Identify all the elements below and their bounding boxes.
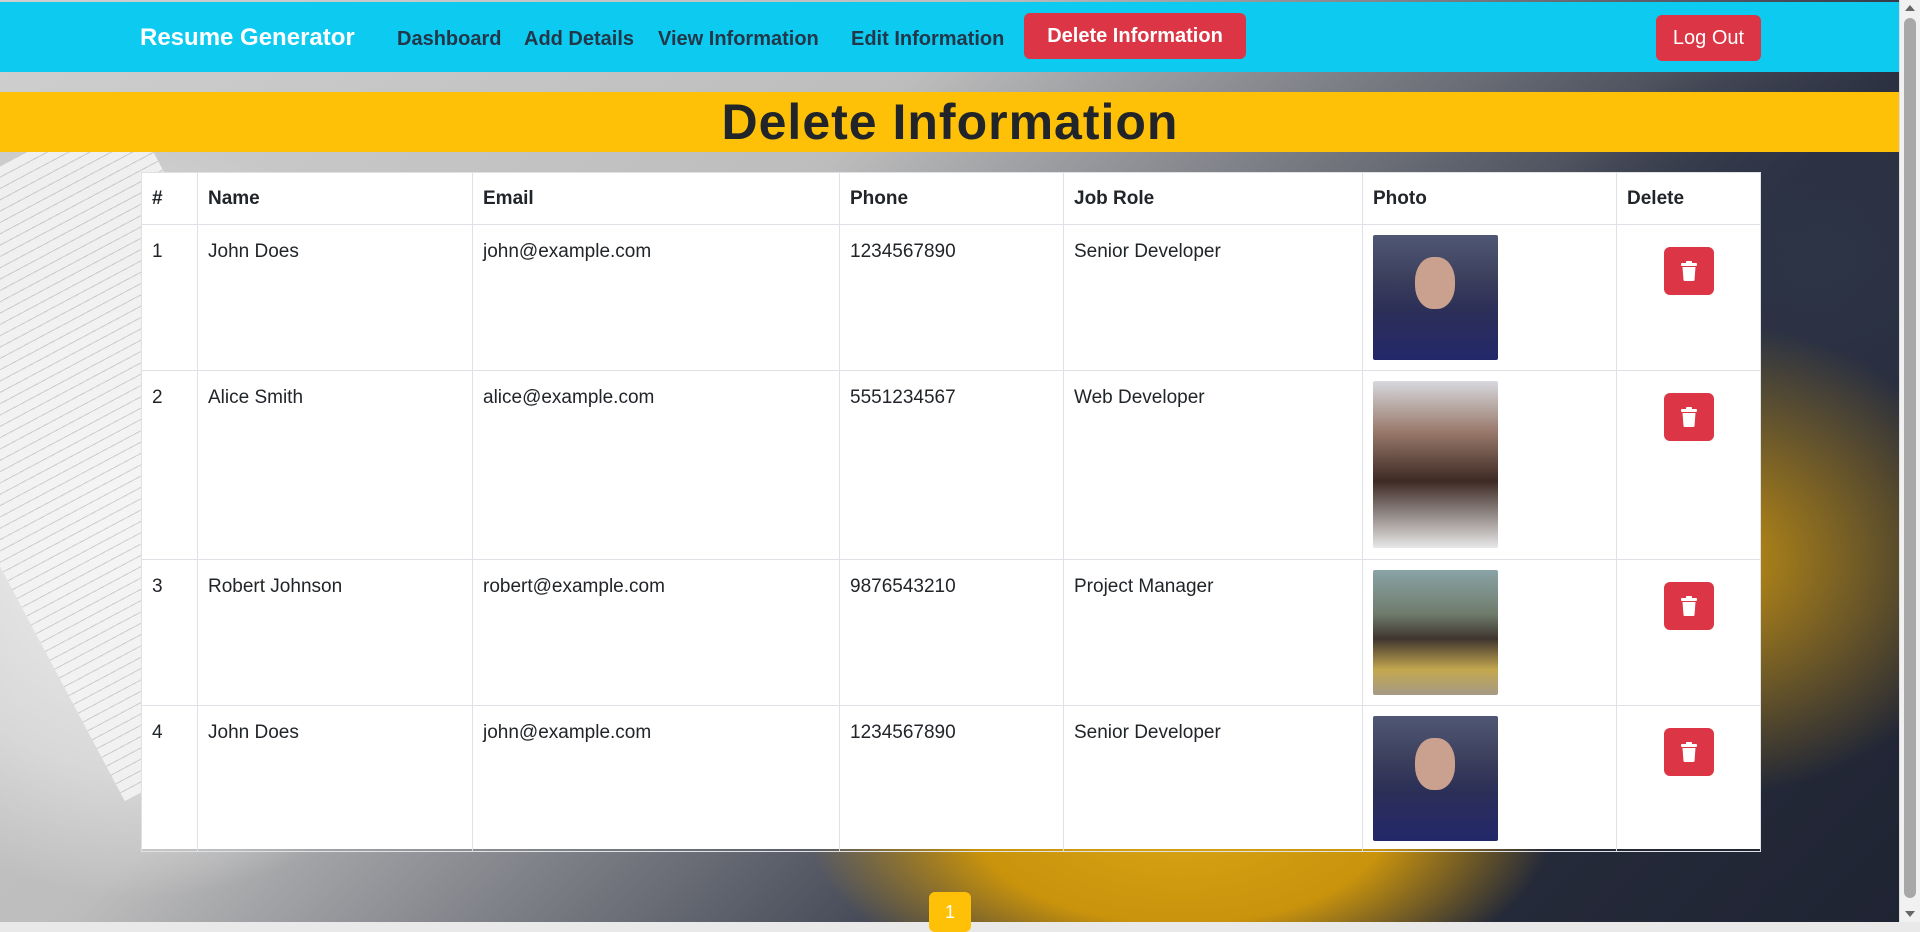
cell-number: 2 [141,370,198,560]
cell-phone: 5551234567 [839,370,1064,560]
cell-job-role: Web Developer [1063,370,1363,560]
pagination-page-button[interactable]: 1 [929,892,971,932]
man-in-suit-photo [1373,235,1498,360]
cell-email: john@example.com [472,705,840,852]
trash-icon [1680,261,1697,281]
man-in-suit-photo [1373,716,1498,841]
header-job-role: Job Role [1063,172,1363,225]
header-email: Email [472,172,840,225]
cell-name: John Does [197,224,473,371]
cell-phone: 1234567890 [839,705,1064,852]
trash-icon [1680,742,1697,762]
nav-edit-information[interactable]: Edit Information [851,28,1004,51]
trash-icon [1680,407,1697,427]
vertical-scrollbar[interactable] [1899,0,1920,922]
header-name: Name [197,172,473,225]
navbar: Resume Generator Dashboard Add Details V… [0,2,1900,72]
page-title: Delete Information [721,94,1179,150]
table-header-row: # Name Email Phone Job Role Photo Delete [141,172,1761,225]
nav-delete-information[interactable]: Delete Information [1024,13,1246,59]
table-row: 4 John Does john@example.com 1234567890 … [141,705,1761,852]
records-table-container: # Name Email Phone Job Role Photo Delete… [141,172,1761,852]
nav-add-details[interactable]: Add Details [524,28,634,51]
scroll-down-arrow-icon[interactable] [1905,911,1915,917]
cell-delete [1616,705,1761,852]
cell-photo [1362,370,1617,560]
cell-phone: 1234567890 [839,224,1064,371]
scrollbar-thumb[interactable] [1904,18,1916,898]
cell-photo [1362,224,1617,371]
delete-button[interactable] [1663,582,1714,630]
cell-email: john@example.com [472,224,840,371]
cell-delete [1616,559,1761,706]
cell-email: robert@example.com [472,559,840,706]
table-row: 3 Robert Johnson robert@example.com 9876… [141,559,1761,706]
cell-email: alice@example.com [472,370,840,560]
cell-photo [1362,559,1617,706]
logout-button[interactable]: Log Out [1656,15,1761,61]
page-title-banner: Delete Information [0,92,1900,152]
woman-portrait-photo [1373,381,1498,548]
nav-view-information[interactable]: View Information [658,28,819,51]
cell-number: 1 [141,224,198,371]
header-delete: Delete [1616,172,1761,225]
brand-logo[interactable]: Resume Generator [140,24,355,52]
table-row: 2 Alice Smith alice@example.com 55512345… [141,370,1761,560]
cell-number: 4 [141,705,198,852]
young-man-hoodie-photo [1373,570,1498,695]
delete-button[interactable] [1663,728,1714,776]
scroll-up-arrow-icon[interactable] [1905,5,1915,11]
delete-button[interactable] [1663,247,1714,295]
records-table: # Name Email Phone Job Role Photo Delete… [141,172,1761,852]
header-photo: Photo [1362,172,1617,225]
trash-icon [1680,596,1697,616]
cell-name: John Does [197,705,473,852]
cell-name: Alice Smith [197,370,473,560]
cell-delete [1616,224,1761,371]
cell-number: 3 [141,559,198,706]
delete-button[interactable] [1663,393,1714,441]
cell-name: Robert Johnson [197,559,473,706]
table-row: 1 John Does john@example.com 1234567890 … [141,224,1761,371]
cell-job-role: Senior Developer [1063,224,1363,371]
cell-delete [1616,370,1761,560]
cell-photo [1362,705,1617,852]
cell-job-role: Senior Developer [1063,705,1363,852]
cell-job-role: Project Manager [1063,559,1363,706]
cell-phone: 9876543210 [839,559,1064,706]
header-phone: Phone [839,172,1064,225]
header-number: # [141,172,198,225]
nav-dashboard[interactable]: Dashboard [397,28,501,51]
